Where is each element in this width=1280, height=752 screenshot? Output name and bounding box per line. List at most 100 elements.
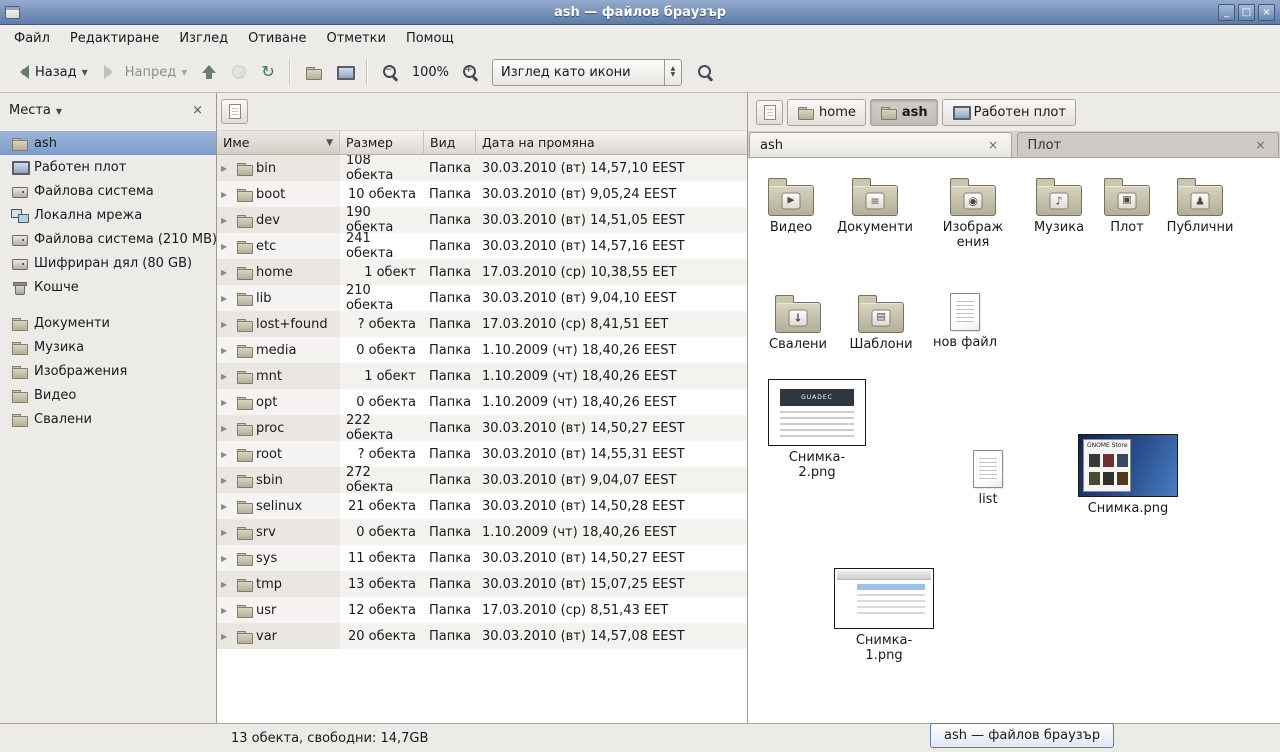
location-toggle-button[interactable] [756, 100, 783, 125]
table-row[interactable]: ▶sbin272 обектаПапка30.03.2010 (вт) 9,04… [217, 467, 747, 493]
menu-item-file[interactable]: Файл [4, 27, 60, 50]
expander-icon[interactable]: ▶ [221, 398, 232, 407]
tab-close-icon[interactable]: × [986, 138, 1001, 152]
forward-button[interactable]: Напред ▼ [97, 59, 194, 85]
places-dropdown-icon[interactable]: ▼ [56, 105, 62, 116]
expander-icon[interactable]: ▶ [221, 164, 232, 173]
table-row[interactable]: ▶selinux21 обектаПапка30.03.2010 (вт) 14… [217, 493, 747, 519]
titlebar[interactable]: ash — файлов браузър _ □ × [0, 0, 1280, 25]
breadcrumb-desktop-button[interactable]: Работен плот [942, 99, 1076, 126]
expander-icon[interactable]: ▶ [221, 242, 232, 251]
reload-button[interactable]: ↻ [255, 60, 280, 84]
table-row[interactable]: ▶home1 обектПапка17.03.2010 (ср) 10,38,5… [217, 259, 747, 285]
expander-icon[interactable]: ▶ [221, 294, 232, 303]
table-row[interactable]: ▶usr12 обектаПапка17.03.2010 (ср) 8,51,4… [217, 597, 747, 623]
tab-ash[interactable]: ash × [749, 132, 1012, 157]
sidebar-item[interactable]: Файлова система [0, 179, 216, 203]
places-label[interactable]: Места [9, 103, 51, 118]
table-row[interactable]: ▶proc222 обектаПапка30.03.2010 (вт) 14,5… [217, 415, 747, 441]
table-row[interactable]: ▶mnt1 обектПапка1.10.2009 (чт) 18,40,26 … [217, 363, 747, 389]
icon-item-public[interactable]: Публични [1158, 176, 1242, 235]
table-row[interactable]: ▶media0 обектаПапка1.10.2009 (чт) 18,40,… [217, 337, 747, 363]
sidebar-item[interactable]: Видео [0, 383, 216, 407]
zoom-in-button[interactable]: + [456, 59, 485, 86]
expander-icon[interactable]: ▶ [221, 476, 232, 485]
icon-item-documents[interactable]: Документи [833, 176, 917, 235]
expander-icon[interactable]: ▶ [221, 554, 232, 563]
back-button[interactable]: Назад ▼ [7, 59, 94, 85]
taskbar-window-button[interactable]: ash — файлов браузър [930, 723, 1114, 748]
search-button[interactable] [691, 59, 720, 86]
expander-icon[interactable]: ▶ [221, 190, 232, 199]
sidebar-item[interactable]: Работен плот [0, 155, 216, 179]
close-button[interactable]: × [1258, 4, 1275, 21]
column-header-size[interactable]: Размер [340, 131, 424, 154]
icon-item-snimka[interactable]: GNOME Store Снимка.png [1086, 434, 1170, 516]
table-row[interactable]: ▶opt0 обектаПапка1.10.2009 (чт) 18,40,26… [217, 389, 747, 415]
menu-item-edit[interactable]: Редактиране [60, 27, 169, 50]
view-mode-select[interactable]: Изглед като икони ▲▼ [492, 59, 682, 86]
breadcrumb-ash-button[interactable]: ash [870, 99, 938, 126]
home-button[interactable] [299, 59, 327, 85]
column-header-type[interactable]: Вид [424, 131, 476, 154]
icon-item-list[interactable]: list [946, 448, 1030, 507]
up-button[interactable] [196, 60, 223, 85]
maximize-button[interactable]: □ [1238, 4, 1255, 21]
table-row[interactable]: ▶tmp13 обектаПапка30.03.2010 (вт) 15,07,… [217, 571, 747, 597]
breadcrumb-home-button[interactable]: home [787, 99, 866, 126]
table-row[interactable]: ▶root? обектаПапка30.03.2010 (вт) 14,55,… [217, 441, 747, 467]
column-header-name[interactable]: Име ▼ [217, 131, 340, 154]
icon-item-video[interactable]: Видео [749, 176, 833, 235]
sidebar-item[interactable]: Свалени [0, 407, 216, 431]
icon-item-snimka-1[interactable]: Снимка-1.png [842, 568, 926, 663]
menu-item-help[interactable]: Помощ [396, 27, 464, 50]
expander-icon[interactable]: ▶ [221, 528, 232, 537]
table-row[interactable]: ▶srv0 обектаПапка1.10.2009 (чт) 18,40,26… [217, 519, 747, 545]
sidebar-item[interactable]: Кошче [0, 275, 216, 299]
expander-icon[interactable]: ▶ [221, 424, 232, 433]
table-row[interactable]: ▶dev190 обектаПапка30.03.2010 (вт) 14,51… [217, 207, 747, 233]
table-row[interactable]: ▶bin108 обектаПапка30.03.2010 (вт) 14,57… [217, 155, 747, 181]
back-dropdown-icon[interactable]: ▼ [82, 68, 88, 77]
menu-item-view[interactable]: Изглед [169, 27, 238, 50]
table-row[interactable]: ▶var20 обектаПапка30.03.2010 (вт) 14,57,… [217, 623, 747, 649]
menu-item-bookmarks[interactable]: Отметки [316, 27, 395, 50]
tab-close-icon[interactable]: × [1253, 138, 1268, 152]
table-row[interactable]: ▶sys11 обектаПапка30.03.2010 (вт) 14,50,… [217, 545, 747, 571]
table-row[interactable]: ▶boot10 обектаПапка30.03.2010 (вт) 9,05,… [217, 181, 747, 207]
tab-plot[interactable]: Плот × [1017, 132, 1280, 157]
sidebar-item[interactable]: Файлова система (210 MB) [0, 227, 216, 251]
places-close-button[interactable]: × [188, 102, 207, 119]
sidebar-item[interactable]: Шифриран дял (80 GB) [0, 251, 216, 275]
expander-icon[interactable]: ▶ [221, 580, 232, 589]
sidebar-item[interactable]: ash [0, 131, 216, 155]
expander-icon[interactable]: ▶ [221, 216, 232, 225]
sidebar-item[interactable]: Документи [0, 311, 216, 335]
zoom-out-button[interactable]: − [376, 59, 405, 86]
sidebar-item[interactable]: Изображения [0, 359, 216, 383]
location-toggle-button[interactable] [221, 99, 248, 124]
expander-icon[interactable]: ▶ [221, 502, 232, 511]
icon-item-new-file[interactable]: нов файл [923, 291, 1007, 350]
expander-icon[interactable]: ▶ [221, 268, 232, 277]
stop-button[interactable] [226, 60, 252, 84]
icon-item-snimka-2[interactable]: GUADEC Снимка-2.png [775, 379, 859, 480]
expander-icon[interactable]: ▶ [221, 346, 232, 355]
expander-icon[interactable]: ▶ [221, 606, 232, 615]
icon-item-templates[interactable]: Шаблони [839, 293, 923, 352]
icon-item-desktop[interactable]: Плот [1085, 176, 1169, 235]
table-row[interactable]: ▶lost+found? обектаПапка17.03.2010 (ср) … [217, 311, 747, 337]
sidebar-item[interactable]: Локална мрежа [0, 203, 216, 227]
expander-icon[interactable]: ▶ [221, 450, 232, 459]
menu-item-go[interactable]: Отиване [238, 27, 316, 50]
expander-icon[interactable]: ▶ [221, 372, 232, 381]
minimize-button[interactable]: _ [1218, 4, 1235, 21]
table-row[interactable]: ▶lib210 обектаПапка30.03.2010 (вт) 9,04,… [217, 285, 747, 311]
table-row[interactable]: ▶etc241 обектаПапка30.03.2010 (вт) 14,57… [217, 233, 747, 259]
sidebar-item[interactable]: Музика [0, 335, 216, 359]
computer-button[interactable] [330, 59, 358, 85]
expander-icon[interactable]: ▶ [221, 320, 232, 329]
icon-item-images[interactable]: Изображения [931, 176, 1015, 250]
icon-item-downloads[interactable]: Свалени [756, 293, 840, 352]
column-header-date[interactable]: Дата на промяна [476, 131, 747, 154]
